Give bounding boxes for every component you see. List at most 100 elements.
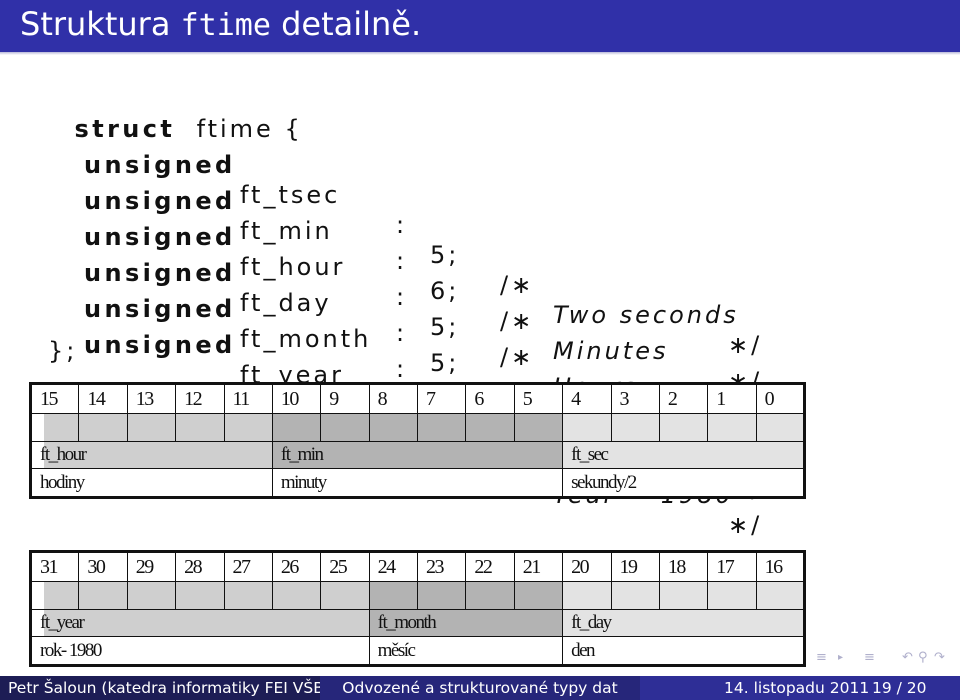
bit-cell-year [126, 581, 177, 610]
bit-number: 31 [29, 551, 80, 582]
desc-sec: sekundy/2 [562, 468, 805, 498]
bit-number: 16 [755, 551, 806, 582]
desc-min: minuty [271, 468, 564, 498]
search-icon[interactable]: ⚲ [918, 650, 928, 665]
bit-cell-hour [175, 413, 225, 442]
desc-year: rok- 1980 [30, 636, 370, 666]
bit-number: 2 [658, 383, 709, 414]
field-sec: ft_sec [562, 441, 805, 469]
bit-cell-hour [126, 413, 177, 442]
bit-cell-min [513, 413, 564, 442]
bit-number: 8 [368, 383, 419, 414]
title-prefix: Struktura [20, 5, 181, 43]
bit-number: 26 [271, 551, 322, 582]
bit-number: 25 [320, 551, 370, 582]
comment-close: ∗/ [728, 511, 763, 539]
field-type: unsigned [84, 331, 236, 359]
next-arrow-icon[interactable]: ▸ [838, 652, 843, 663]
bit-cell-day [755, 581, 806, 610]
slide-footer: Petr Šaloun (katedra informatiky FEI VŠB… [0, 676, 960, 700]
footer-author: Petr Šaloun (katedra informatiky FEI VŠB… [0, 676, 320, 700]
bit-number: 28 [175, 551, 225, 582]
close-brace: }; [48, 337, 78, 365]
struct-open-line: struct ftime { [32, 84, 303, 143]
bit-cell-year [271, 581, 322, 610]
bit-number: 23 [416, 551, 467, 582]
bit-number: 15 [29, 383, 80, 414]
bit-cell-sec [707, 413, 757, 442]
field-name-row: ft_hour ft_min ft_sec [30, 441, 805, 469]
footer-page-number: 19 / 20 [872, 679, 927, 697]
bit-number: 9 [320, 383, 370, 414]
field-hour: ft_hour [30, 441, 273, 469]
bit-number: 6 [465, 383, 515, 414]
bit-cell-year [78, 581, 128, 610]
bit-number: 0 [755, 383, 806, 414]
bit-cell-day [658, 581, 709, 610]
field-line: unsigned ft_min : 6; /∗ Minutes ∗/ [32, 156, 832, 395]
bit-shade-row [29, 413, 806, 442]
bit-cell-day [562, 581, 612, 610]
header-shadow [0, 52, 960, 55]
bit-number: 5 [513, 383, 564, 414]
bit-number: 30 [78, 551, 128, 582]
title-suffix: detailně. [270, 5, 422, 43]
bit-cell-day [707, 581, 757, 610]
bit-cell-hour [78, 413, 128, 442]
bit-number: 13 [126, 383, 177, 414]
bit-cell-hour [29, 413, 80, 442]
bit-number: 22 [465, 551, 515, 582]
bit-cell-sec [658, 413, 709, 442]
desc-hour: hodiny [30, 468, 273, 498]
field-min: ft_min [271, 441, 564, 469]
bit-number: 7 [416, 383, 467, 414]
bit-number: 18 [658, 551, 709, 582]
bit-cell-month [465, 581, 515, 610]
undo-icon[interactable]: ↶ [902, 650, 913, 665]
bit-number: 21 [513, 551, 564, 582]
bit-number: 4 [562, 383, 612, 414]
bit-number: 14 [78, 383, 128, 414]
bit-number: 19 [610, 551, 660, 582]
bit-number: 12 [175, 383, 225, 414]
field-line: unsigned ft_tsec : 5; /∗ Two seconds ∗/ [32, 120, 832, 359]
bit-cell-min [416, 413, 467, 442]
field-colon: : [396, 355, 408, 383]
section-nav-icon[interactable]: ≡ [864, 650, 875, 665]
desc-month: měsíc [368, 636, 564, 666]
struct-close-line: }; [48, 336, 77, 372]
field-line: unsigned ft_year : 7; /∗ Year − 1980 ∗/ [32, 300, 832, 539]
bit-cell-sec [755, 413, 806, 442]
bit-number: 24 [368, 551, 419, 582]
bit-cell-hour [223, 413, 273, 442]
field-line: unsigned ft_month : 4; /∗ Months ∗/ [32, 264, 832, 503]
bit-number: 3 [610, 383, 660, 414]
footer-date: 14. listopadu 2011 [724, 679, 870, 697]
bit-number: 20 [562, 551, 612, 582]
bit-cell-day [610, 581, 660, 610]
field-bits: 5; [430, 349, 460, 377]
bit-cell-min [271, 413, 322, 442]
slide-title: Struktura ftime detailně. [20, 2, 421, 48]
bitfield-table-low: 15 14 13 12 11 10 9 8 7 6 5 4 3 2 1 0 ft… [29, 382, 806, 499]
field-day: ft_day [562, 609, 805, 637]
redo-icon[interactable]: ↷ [934, 650, 945, 665]
bit-number: 17 [707, 551, 757, 582]
bit-number: 1 [707, 383, 757, 414]
field-line: unsigned ft_day : 5; /∗ Days ∗/ [32, 228, 832, 467]
field-comment: Minutes [553, 337, 669, 365]
bit-cell-min [368, 413, 419, 442]
footer-right: 14. listopadu 2011 19 / 20 [640, 676, 960, 700]
bit-number: 29 [126, 551, 177, 582]
frame-nav-icon[interactable]: ≡ [816, 650, 827, 665]
bit-cell-month [513, 581, 564, 610]
field-line: unsigned ft_hour : 5; /∗ Hours ∗/ [32, 192, 832, 431]
field-desc-row: hodiny minuty sekundy/2 [30, 468, 805, 498]
bit-cell-month [368, 581, 419, 610]
bit-shade-row [29, 581, 806, 610]
slide-header: Struktura ftime detailně. [0, 0, 960, 52]
field-name-row: ft_year ft_month ft_day [30, 609, 805, 637]
bit-number: 10 [271, 383, 322, 414]
bit-cell-min [320, 413, 370, 442]
bit-number: 27 [223, 551, 273, 582]
